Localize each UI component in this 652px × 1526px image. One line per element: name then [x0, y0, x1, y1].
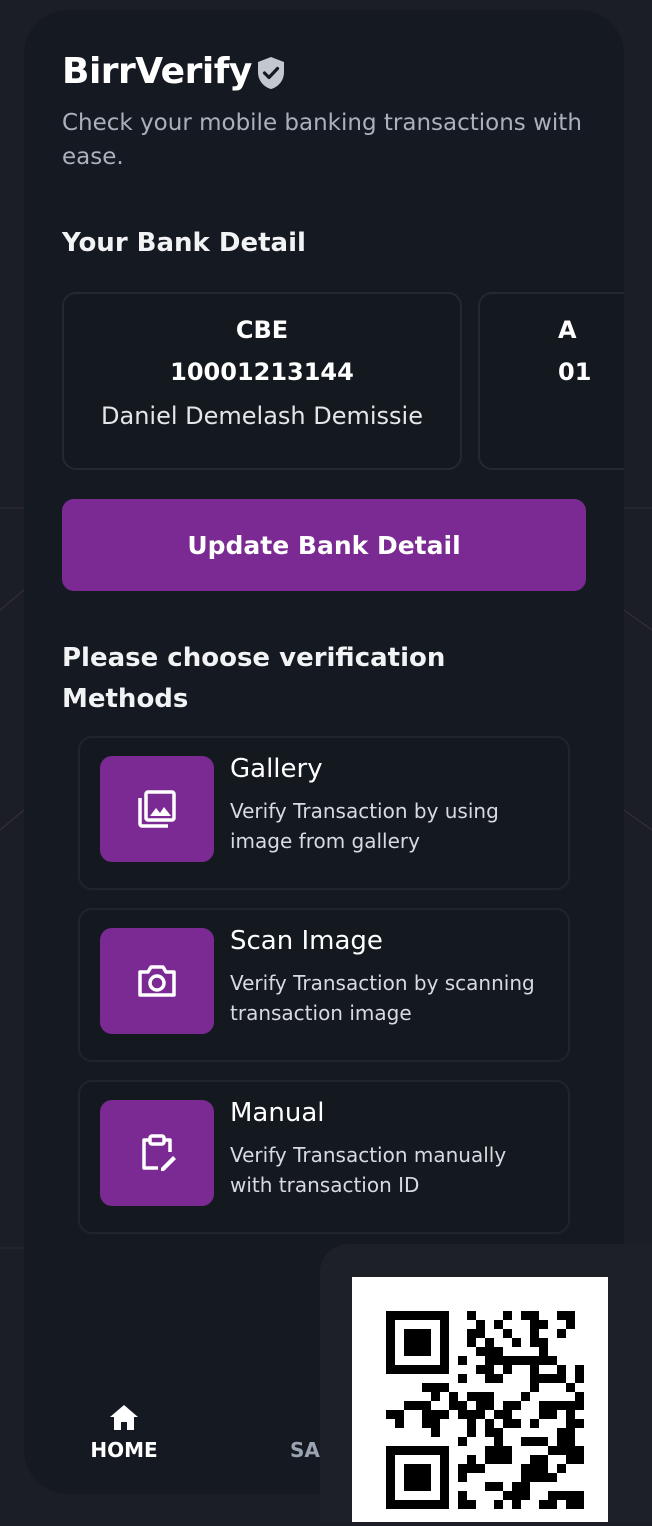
brand-header: BirrVerify [62, 48, 286, 94]
qr-code-image [352, 1277, 608, 1522]
bank-card-second[interactable]: A 01 [478, 292, 624, 470]
method-title: Scan Image [230, 926, 383, 956]
methods-section-title: Please choose verification Methods [62, 643, 446, 714]
account-number: 01 [558, 358, 592, 386]
verified-shield-icon [256, 56, 286, 94]
account-holder: Daniel Demelash Demissie [101, 402, 423, 430]
camera-icon [138, 965, 176, 997]
account-number: 10001213144 [170, 358, 354, 386]
nav-home[interactable]: HOME [86, 1402, 162, 1462]
method-description: Verify Transaction by using image from g… [230, 799, 499, 853]
bank-section-title: Your Bank Detail [62, 228, 306, 258]
gallery-icon [138, 790, 176, 828]
method-title: Manual [230, 1098, 325, 1128]
bank-name: CBE [235, 316, 289, 344]
method-title: Gallery [230, 754, 323, 784]
clipboard-edit-icon [142, 1134, 176, 1171]
clipboard-edit-icon-box [100, 1100, 214, 1206]
qr-code-pattern [386, 1311, 584, 1509]
bank-card-cbe[interactable]: CBE 10001213144 Daniel Demelash Demissie [62, 292, 462, 470]
bank-name: A [558, 316, 577, 344]
nav-label-home: HOME [90, 1438, 158, 1462]
update-bank-detail-button[interactable]: Update Bank Detail [62, 499, 586, 591]
method-description: Verify Transaction by scanning transacti… [230, 971, 535, 1025]
app-name: BirrVerify [62, 50, 252, 92]
app-tagline: Check your mobile banking transactions w… [62, 110, 582, 170]
camera-icon-box [100, 928, 214, 1034]
gallery-icon-box [100, 756, 214, 862]
home-icon [110, 1405, 138, 1430]
method-card-gallery[interactable]: Gallery Verify Transaction by using imag… [78, 736, 570, 890]
method-card-manual[interactable]: Manual Verify Transaction manually with … [78, 1080, 570, 1234]
method-card-scan-image[interactable]: Scan Image Verify Transaction by scannin… [78, 908, 570, 1062]
method-description: Verify Transaction manually with transac… [230, 1143, 507, 1197]
